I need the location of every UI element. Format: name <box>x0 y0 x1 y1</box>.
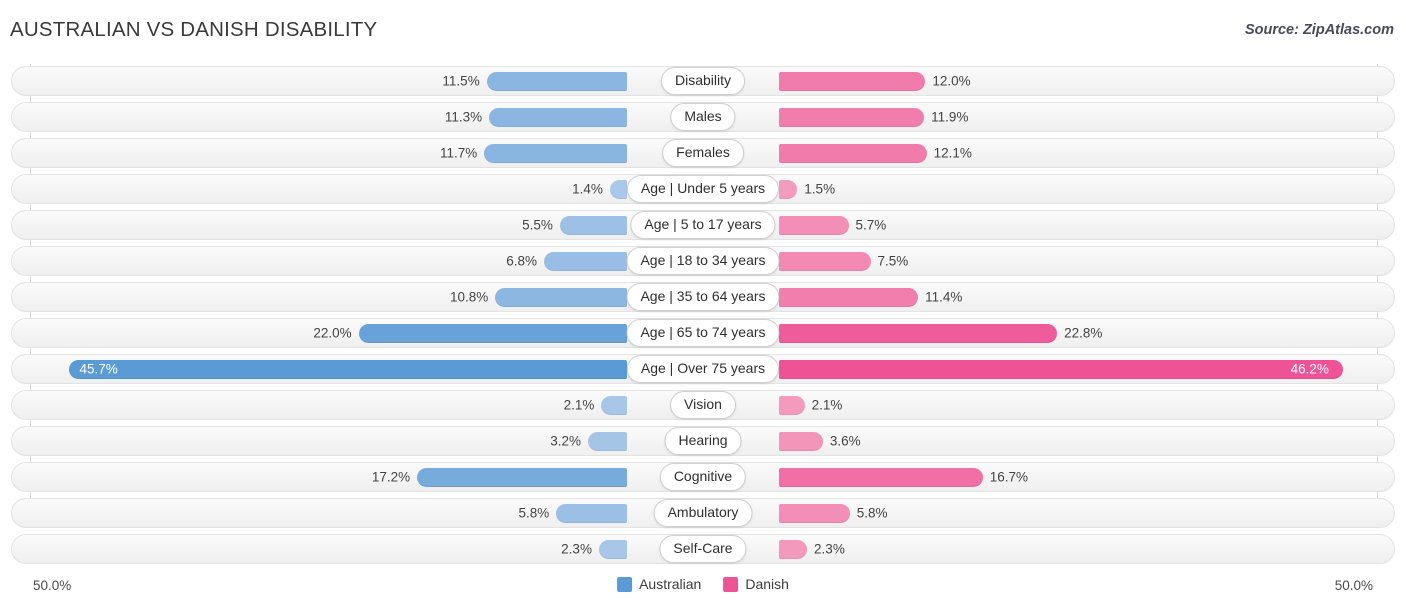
category-label[interactable]: Males <box>670 103 736 131</box>
value-label-danish: 5.8% <box>856 505 888 521</box>
legend-label: Danish <box>745 576 789 592</box>
bar-australian[interactable] <box>495 288 627 307</box>
value-label-australian: 1.4% <box>572 181 603 197</box>
value-label-danish: 22.8% <box>1064 325 1103 341</box>
value-label-danish: 12.0% <box>932 73 971 89</box>
bar-australian[interactable] <box>609 180 627 199</box>
category-label[interactable]: Age | Over 75 years <box>626 355 780 383</box>
value-label-danish: 2.1% <box>811 397 843 413</box>
table-row: 11.5% 12.0% Disability <box>0 66 1406 96</box>
value-label-danish: 46.2% <box>1290 361 1329 377</box>
legend-item[interactable]: Danish <box>723 576 789 592</box>
category-label[interactable]: Cognitive <box>659 463 747 491</box>
category-label[interactable]: Females <box>662 139 744 167</box>
bar-australian[interactable] <box>556 504 627 523</box>
source-attribution: Source: ZipAtlas.com <box>1244 22 1394 38</box>
table-row: 22.0% 22.8% Age | 65 to 74 years <box>0 318 1406 348</box>
table-row: 2.1% 2.1% Vision <box>0 390 1406 420</box>
plot-area: 11.5% 12.0% Disability 11.3% 11.9% Males 11.7%… <box>0 64 1406 593</box>
table-row: 2.3% 2.3% Self-Care <box>0 534 1406 564</box>
value-label-australian: 17.2% <box>371 469 411 485</box>
value-label-danish: 16.7% <box>989 469 1029 485</box>
value-label-danish: 11.4% <box>925 289 963 305</box>
bar-australian[interactable] <box>486 72 627 91</box>
bar-danish[interactable] <box>779 396 805 415</box>
category-label[interactable]: Vision <box>670 391 736 419</box>
table-row: 5.5% 5.7% Age | 5 to 17 years <box>0 210 1406 240</box>
value-label-danish: 3.6% <box>829 433 861 449</box>
category-label[interactable]: Age | 65 to 74 years <box>626 319 780 347</box>
value-label-australian: 2.1% <box>563 397 595 413</box>
category-label[interactable]: Age | 5 to 17 years <box>630 211 776 239</box>
table-row: 10.8% 11.4% Age | 35 to 64 years <box>0 282 1406 312</box>
bar-australian[interactable] <box>417 468 627 487</box>
value-label-australian: 11.5% <box>442 73 480 89</box>
category-label[interactable]: Disability <box>660 67 746 95</box>
value-label-danish: 2.3% <box>814 541 845 557</box>
bar-australian[interactable] <box>484 144 627 163</box>
bar-danish[interactable] <box>779 144 927 163</box>
chart-root: AUSTRALIAN VS DANISH DISABILITY Source: … <box>0 0 1406 612</box>
category-label[interactable]: Hearing <box>664 427 742 455</box>
bar-danish[interactable] <box>779 72 926 91</box>
bar-danish[interactable] <box>779 504 850 523</box>
bar-australian[interactable] <box>559 216 627 235</box>
bar-danish[interactable] <box>779 288 919 307</box>
legend-label: Australian <box>639 576 702 592</box>
bar-danish[interactable] <box>779 324 1058 343</box>
page-title: AUSTRALIAN VS DANISH DISABILITY <box>10 18 378 41</box>
bar-danish[interactable] <box>779 252 871 271</box>
bar-australian[interactable] <box>544 252 627 271</box>
value-label-australian: 6.8% <box>506 253 538 269</box>
bar-danish[interactable] <box>779 540 808 559</box>
category-label[interactable]: Self-Care <box>659 535 747 563</box>
bar-australian[interactable] <box>69 360 627 379</box>
table-row: 17.2% 16.7% Cognitive <box>0 462 1406 492</box>
bar-rows: 11.5% 12.0% Disability 11.3% 11.9% Males 11.7%… <box>0 66 1406 570</box>
chart-legend: Australian Danish <box>617 576 789 592</box>
bar-danish[interactable] <box>779 468 983 487</box>
table-row: 3.2% 3.6% Hearing <box>0 426 1406 456</box>
category-label[interactable]: Age | 18 to 34 years <box>626 247 780 275</box>
value-label-danish: 5.7% <box>855 217 887 233</box>
bar-australian[interactable] <box>358 324 627 343</box>
value-label-australian: 11.7% <box>439 145 478 161</box>
legend-swatch-icon <box>723 576 739 592</box>
value-label-australian: 45.7% <box>79 361 118 377</box>
value-label-danish: 7.5% <box>877 253 909 269</box>
bar-danish[interactable] <box>779 360 1343 379</box>
category-label[interactable]: Ambulatory <box>653 499 753 527</box>
category-label[interactable]: Age | 35 to 64 years <box>626 283 780 311</box>
bar-australian[interactable] <box>489 108 627 127</box>
value-label-danish: 1.5% <box>804 181 836 197</box>
value-label-australian: 10.8% <box>449 289 489 305</box>
bar-danish[interactable] <box>779 432 823 451</box>
table-row: 5.8% 5.8% Ambulatory <box>0 498 1406 528</box>
category-label[interactable]: Age | Under 5 years <box>626 175 780 203</box>
legend-swatch-icon <box>617 576 633 592</box>
bar-australian[interactable] <box>587 432 627 451</box>
table-row: 45.7% 46.2% Age | Over 75 years <box>0 354 1406 384</box>
axis-label-right: 50.0% <box>1334 578 1373 593</box>
value-label-danish: 11.9% <box>931 109 969 125</box>
bar-danish[interactable] <box>779 108 925 127</box>
value-label-australian: 11.3% <box>444 109 483 125</box>
bar-danish[interactable] <box>779 216 849 235</box>
table-row: 11.7% 12.1% Females <box>0 138 1406 168</box>
table-row: 6.8% 7.5% Age | 18 to 34 years <box>0 246 1406 276</box>
value-label-danish: 12.1% <box>933 145 972 161</box>
value-label-australian: 3.2% <box>550 433 581 449</box>
value-label-australian: 5.5% <box>522 217 553 233</box>
value-label-australian: 5.8% <box>518 505 550 521</box>
value-label-australian: 22.0% <box>313 325 352 341</box>
axis-label-left: 50.0% <box>33 578 72 593</box>
bar-australian[interactable] <box>598 540 627 559</box>
legend-item[interactable]: Australian <box>617 576 701 592</box>
table-row: 1.4% 1.5% Age | Under 5 years <box>0 174 1406 204</box>
table-row: 11.3% 11.9% Males <box>0 102 1406 132</box>
bar-australian[interactable] <box>601 396 627 415</box>
value-label-australian: 2.3% <box>561 541 592 557</box>
